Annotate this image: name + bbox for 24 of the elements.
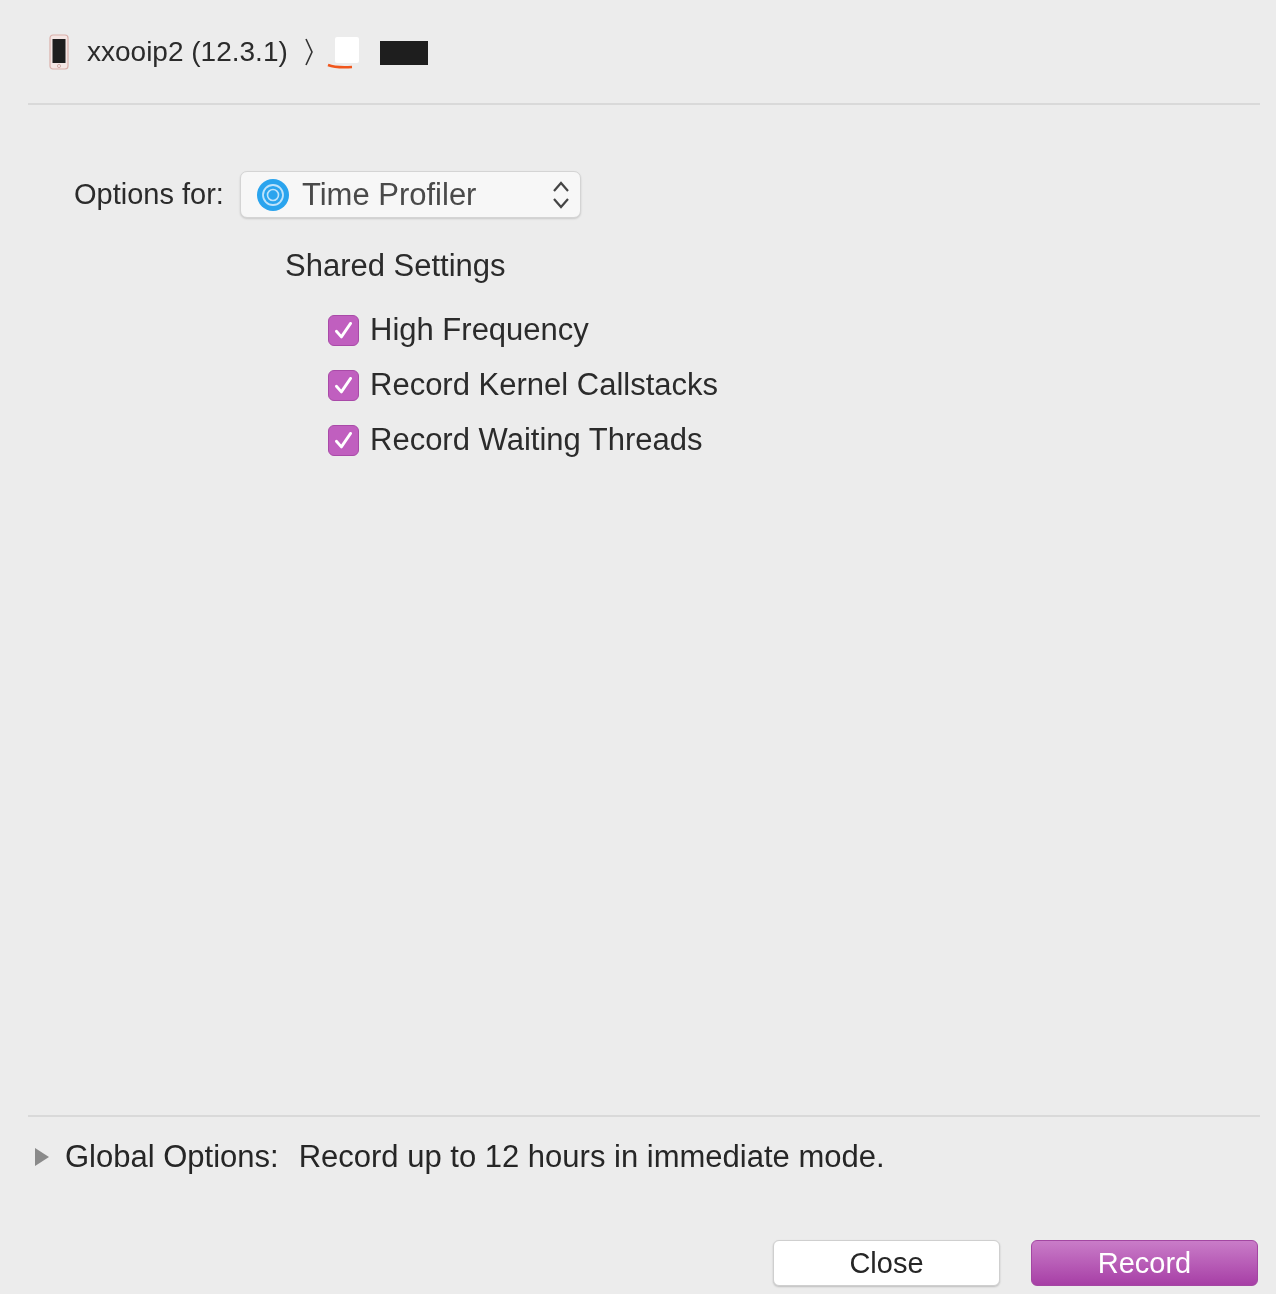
checkbox-label[interactable]: Record Kernel Callstacks (370, 367, 719, 403)
disclosure-triangle-icon[interactable] (34, 1147, 50, 1167)
target-icon (256, 178, 289, 211)
checkbox-label[interactable]: Record Waiting Threads (370, 422, 703, 458)
chevron-right-icon (303, 36, 314, 67)
global-options-label: Global Options: (65, 1139, 279, 1175)
redaction-block (379, 40, 428, 65)
device-name[interactable]: xxooip2 (12.3.1) (87, 35, 288, 68)
close-button[interactable]: Close (773, 1240, 1000, 1286)
checkmark-icon (335, 431, 352, 449)
checkbox[interactable] (328, 314, 359, 346)
template-popup[interactable]: Time Profiler (239, 171, 581, 218)
section-title: Shared Settings (285, 248, 506, 284)
options-for-label: Options for: (74, 178, 224, 211)
up-down-chevron-icon (551, 179, 570, 210)
checkbox-label[interactable]: High Frequency (370, 312, 589, 348)
app-icon[interactable] (325, 34, 362, 69)
checkbox[interactable] (328, 424, 359, 456)
record-button[interactable]: Record (1031, 1240, 1258, 1286)
global-options-summary: Record up to 12 hours in immediate mode. (298, 1139, 885, 1175)
checkmark-icon (335, 321, 352, 339)
phone-icon (49, 33, 69, 70)
checkbox[interactable] (328, 369, 359, 401)
checkmark-icon (335, 376, 352, 394)
